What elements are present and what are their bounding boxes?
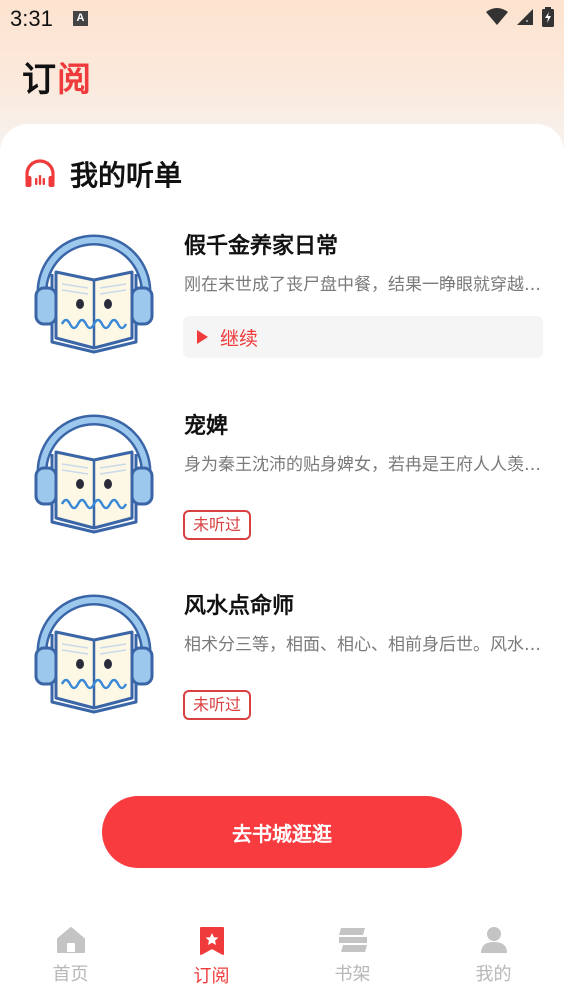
wifi-icon — [486, 8, 508, 25]
book-title: 宠婢 — [184, 414, 229, 439]
book-description: 刚在末世成了丧尸盘中餐，结果一睁眼就穿越到了一个陌生的地方 — [184, 275, 544, 295]
page-title: 订阅 — [22, 52, 92, 101]
status-time: 3:31 — [10, 6, 53, 31]
signal-icon — [517, 9, 533, 25]
tab-label: 书架 — [334, 964, 371, 985]
continue-button[interactable]: 继续 — [183, 316, 543, 358]
notification-icon: A — [73, 11, 88, 26]
tab-label: 首页 — [52, 964, 89, 985]
audiobook-cover-icon — [34, 414, 154, 534]
tab-bookshelf[interactable]: 书架 — [282, 904, 423, 1004]
status-bar: 3:31 A — [0, 0, 564, 38]
bottom-tab-bar: 首页 订阅 书架 我的 — [0, 904, 564, 1004]
tab-label: 我的 — [475, 964, 512, 985]
section-header: 我的听单 — [24, 154, 182, 194]
audiobook-cover-icon — [34, 234, 154, 354]
status-badge: 未听过 — [183, 690, 252, 720]
audiobook-cover-icon — [34, 594, 154, 714]
book-item-1[interactable]: 假千金养家日常 刚在末世成了丧尸盘中餐，结果一睁眼就穿越到了一个陌生的地方 继续 — [0, 228, 564, 378]
home-icon — [56, 927, 85, 953]
headphones-icon — [25, 159, 55, 187]
book-description: 身为秦王沈沛的贴身婢女，若冉是王府人人羡慕的对象 — [184, 455, 544, 475]
tab-home[interactable]: 首页 — [0, 904, 141, 1004]
tab-subscribe[interactable]: 订阅 — [141, 904, 282, 1004]
page-title-part1: 订 — [22, 60, 57, 100]
bookshelf-icon — [338, 928, 367, 952]
continue-label: 继续 — [220, 327, 259, 350]
book-item-2[interactable]: 宠婢 身为秦王沈沛的贴身婢女，若冉是王府人人羡慕的对象 未听过 — [0, 408, 564, 558]
book-item-3[interactable]: 风水点命师 相术分三等，相面、相心、相前身后世。风水之道 未听过 — [0, 588, 564, 738]
go-to-bookstore-button[interactable]: 去书城逛逛 — [102, 796, 462, 868]
tab-label: 订阅 — [193, 966, 230, 987]
tab-profile[interactable]: 我的 — [423, 904, 564, 1004]
status-badge: 未听过 — [183, 510, 252, 540]
book-title: 假千金养家日常 — [184, 234, 339, 259]
page-title-part2: 阅 — [57, 60, 92, 100]
book-description: 相术分三等，相面、相心、相前身后世。风水之道 — [184, 635, 544, 655]
status-icons — [486, 7, 554, 27]
bookmark-star-icon — [199, 927, 224, 955]
section-title: 我的听单 — [70, 159, 183, 192]
battery-icon — [542, 7, 554, 27]
play-icon — [197, 330, 208, 344]
person-icon — [480, 927, 507, 953]
content-sheet: 我的听单 假千金养家日常 刚在末世成了丧尸盘中餐，结果一睁眼就穿越到了一个陌生的… — [0, 124, 564, 904]
book-title: 风水点命师 — [184, 594, 295, 619]
